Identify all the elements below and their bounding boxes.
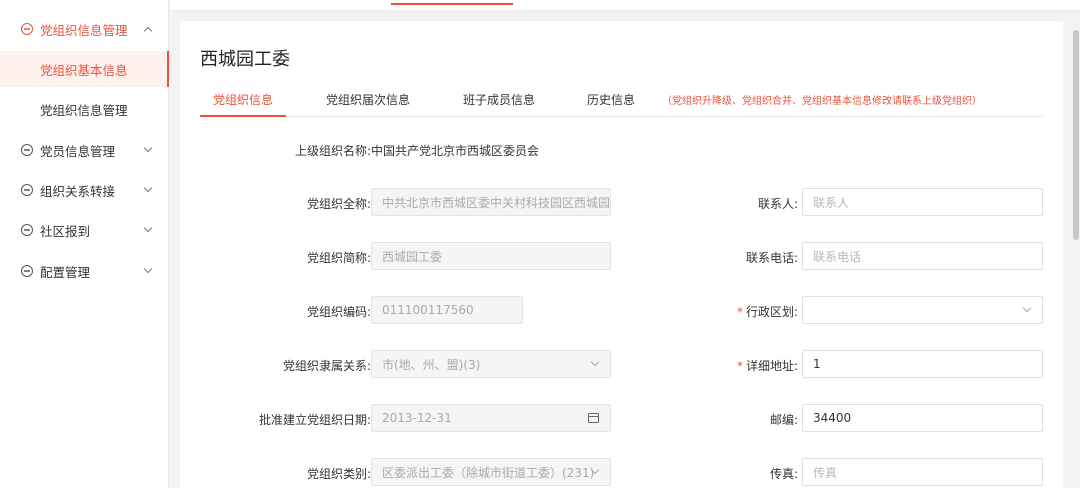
address-label-text: 详细地址:: [745, 359, 798, 373]
chat-bubble-icon: [21, 265, 33, 277]
chevron-down-icon: [590, 357, 600, 367]
sidebar-item-label: 社区报到: [40, 223, 91, 239]
chat-bubble-icon: [21, 144, 33, 156]
address-value: 1: [813, 357, 821, 371]
category-value: 区委派出工委（除城市街道工委）(231): [382, 465, 595, 480]
district-select[interactable]: [802, 296, 1043, 324]
contact-placeholder: 联系人: [813, 195, 850, 210]
sidebar-item-label: 党组织基本信息: [40, 62, 128, 78]
address-input[interactable]: 1: [802, 350, 1043, 378]
approval-date-value: 2013-12-31: [382, 411, 452, 425]
code-label: 党组织编码:: [306, 305, 371, 319]
sidebar-item-label: 党组织信息管理: [40, 102, 128, 118]
district-label: * 行政区划:: [737, 303, 798, 320]
code-input[interactable]: 011100117560: [371, 296, 523, 324]
postcode-label: 邮编:: [769, 413, 798, 427]
sidebar-group-config[interactable]: 配置管理: [0, 253, 169, 289]
chevron-down-icon: [143, 223, 153, 233]
required-marker: *: [736, 359, 743, 373]
full-name-label: 党组织全称:: [306, 197, 371, 211]
sidebar-group-member-info[interactable]: 党员信息管理: [0, 132, 169, 168]
tab-team-members[interactable]: 班子成员信息: [463, 91, 535, 117]
chevron-down-icon: [143, 183, 153, 193]
tab-org-info[interactable]: 党组织信息: [199, 91, 287, 117]
district-label-text: 行政区划:: [745, 305, 798, 319]
parent-org-value: 中国共产党北京市西城区委员会: [371, 144, 540, 158]
postcode-input[interactable]: 34400: [802, 404, 1043, 432]
sidebar-item-label: 党组织信息管理: [40, 22, 128, 38]
affiliation-label: 党组织隶属关系:: [282, 359, 371, 373]
chat-bubble-icon: [21, 184, 33, 196]
sidebar: 党组织信息管理 党组织基本信息 党组织信息管理 党员信息管理 组织关系转接 社区…: [0, 0, 169, 488]
code-value: 011100117560: [382, 303, 474, 317]
short-name-input[interactable]: 西城园工委: [371, 242, 611, 270]
top-tab-strip: [170, 0, 1080, 11]
affiliation-select[interactable]: 市(地、州、盟)(3): [371, 350, 611, 378]
address-label: * 详细地址:: [737, 357, 798, 374]
phone-placeholder: 联系电话: [813, 249, 862, 264]
affiliation-value: 市(地、州、盟)(3): [382, 357, 481, 372]
full-name-value: 中共北京市西城区委中关村科技园区西城园: [382, 195, 611, 210]
calendar-icon[interactable]: [588, 413, 599, 423]
contact-label: 联系人:: [757, 197, 798, 211]
tab-bar: 党组织信息 党组织届次信息 班子成员信息 历史信息 （党组织升降级、党组织合并、…: [199, 91, 1043, 117]
sidebar-item-label: 配置管理: [40, 264, 91, 280]
tab-notice: （党组织升降级、党组织合并、党组织基本信息修改请联系上级党组织）: [662, 96, 982, 107]
short-name-value: 西城园工委: [382, 249, 443, 264]
chevron-down-icon: [143, 143, 153, 153]
fax-label: 传真:: [769, 467, 798, 481]
active-top-tab-indicator: [391, 3, 513, 5]
org-info-card: 西城园工委 党组织信息 党组织届次信息 班子成员信息 历史信息 （党组织升降级、…: [180, 21, 1063, 488]
chat-bubble-icon: [21, 23, 33, 35]
category-select[interactable]: 区委派出工委（除城市街道工委）(231): [371, 458, 611, 486]
sidebar-item-label: 党员信息管理: [40, 143, 116, 159]
chevron-down-icon: [143, 264, 153, 274]
chat-bubble-icon: [21, 224, 33, 236]
sidebar-item-label: 组织关系转接: [40, 183, 116, 199]
required-marker: *: [736, 305, 743, 319]
short-name-label: 党组织简称:: [306, 251, 371, 265]
approval-date-picker[interactable]: 2013-12-31: [371, 404, 611, 432]
tab-history[interactable]: 历史信息: [587, 91, 635, 117]
parent-org-label: 上级组织名称:: [294, 144, 371, 158]
tab-org-terms[interactable]: 党组织届次信息: [326, 91, 410, 117]
full-name-input[interactable]: 中共北京市西城区委中关村科技园区西城园: [371, 188, 611, 216]
scrollbar-thumb[interactable]: [1073, 30, 1079, 240]
sidebar-group-relation-transfer[interactable]: 组织关系转接: [0, 172, 169, 208]
chevron-up-icon: [143, 26, 153, 36]
fax-input[interactable]: 传真: [802, 458, 1043, 486]
sidebar-item-org-info-manage[interactable]: 党组织信息管理: [0, 91, 169, 127]
phone-input[interactable]: 联系电话: [802, 242, 1043, 270]
approval-date-label: 批准建立党组织日期:: [258, 413, 371, 427]
postcode-value: 34400: [813, 411, 852, 425]
phone-label: 联系电话:: [745, 251, 798, 265]
category-label: 党组织类别:: [306, 467, 371, 481]
sidebar-group-community-report[interactable]: 社区报到: [0, 212, 169, 248]
sidebar-item-org-basic-info[interactable]: 党组织基本信息: [0, 51, 169, 87]
sidebar-group-org-info[interactable]: 党组织信息管理: [0, 11, 169, 47]
page-title: 西城园工委: [200, 49, 290, 70]
fax-placeholder: 传真: [813, 465, 838, 480]
contact-input[interactable]: 联系人: [802, 188, 1043, 216]
chevron-down-icon: [1022, 303, 1032, 313]
